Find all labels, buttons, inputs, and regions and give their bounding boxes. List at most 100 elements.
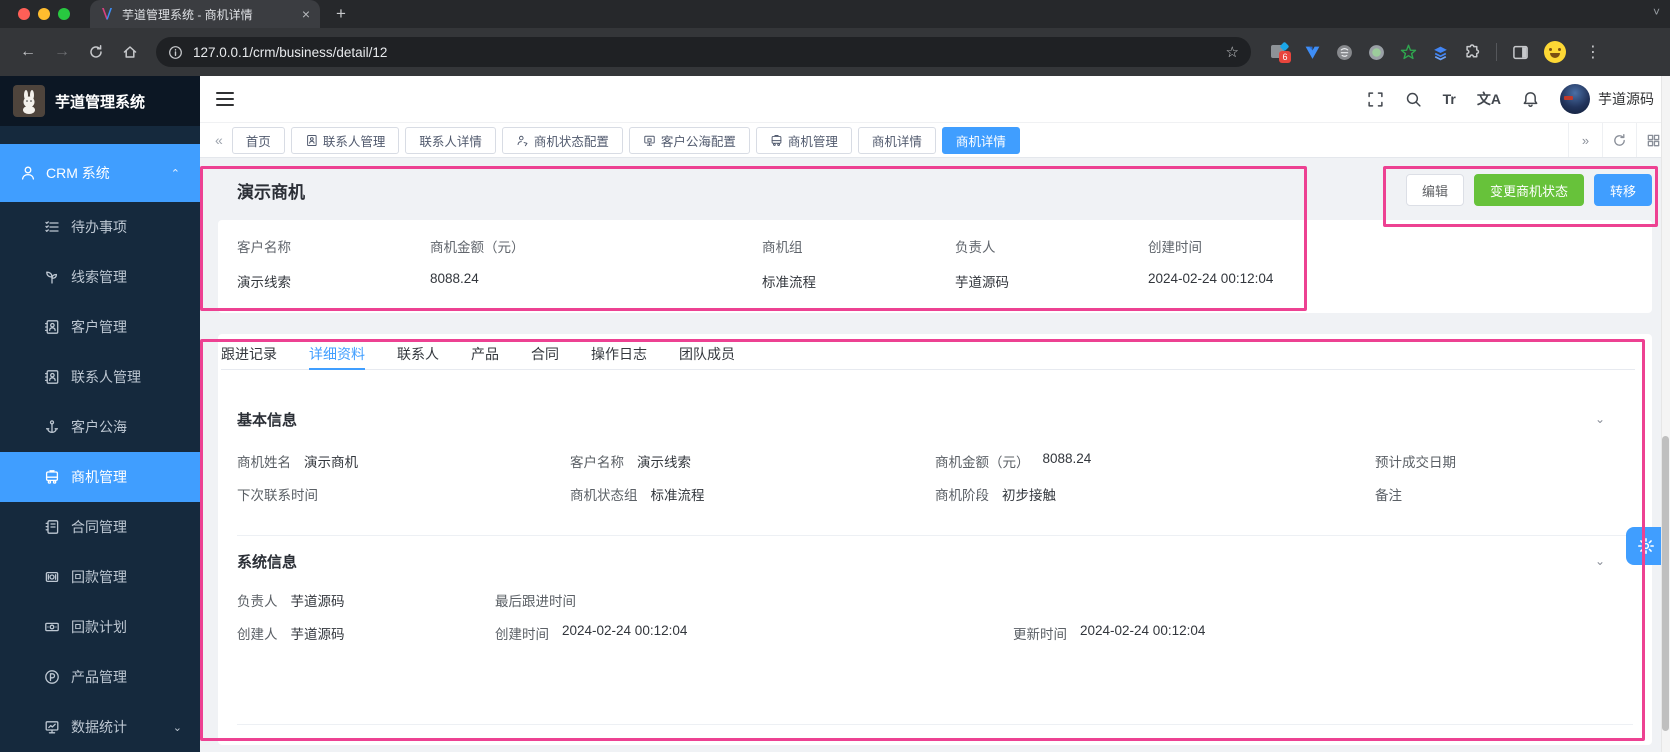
tab-products[interactable]: 产品 — [471, 338, 499, 369]
detail-card: 跟进记录 详细资料 联系人 产品 合同 操作日志 团队成员 基本信息 ⌄ 商机姓… — [218, 334, 1652, 745]
summary-card: 客户名称 演示线索 商机金额（元） 8088.24 商机组 标准流程 负责人 芋… — [218, 220, 1652, 313]
traffic-light-zoom-button[interactable] — [58, 8, 70, 20]
system-info-header[interactable]: 系统信息 ⌄ — [237, 546, 1633, 576]
extensions-puzzle-icon[interactable] — [1464, 43, 1481, 61]
tabs-scroll-left-icon[interactable]: « — [206, 132, 232, 148]
url-text[interactable]: 127.0.0.1/crm/business/detail/12 — [193, 45, 1216, 60]
sidebar-item-todo[interactable]: 待办事项 — [0, 202, 200, 252]
sidebar-item-business[interactable]: 商机管理 — [0, 452, 200, 502]
tab-team-members[interactable]: 团队成员 — [679, 338, 735, 369]
sidebar-item-receivables[interactable]: 回款管理 — [0, 552, 200, 602]
fullscreen-icon[interactable] — [1367, 91, 1384, 108]
page-tab-business-mgmt[interactable]: 商机管理 — [755, 126, 852, 154]
extension-badge-icon[interactable]: 6 — [1271, 41, 1291, 63]
edit-button[interactable]: 编辑 — [1405, 174, 1464, 206]
refresh-icon — [1614, 133, 1625, 146]
sidebar-item-label: 联系人管理 — [71, 369, 141, 385]
sidebar-item-contacts[interactable]: 联系人管理 — [0, 352, 200, 402]
layers-extension-icon[interactable] — [1432, 44, 1449, 61]
menu-toggle-icon[interactable] — [216, 92, 234, 106]
recorder-extension-icon[interactable] — [1368, 44, 1385, 61]
scrollbar-thumb[interactable] — [1662, 436, 1669, 731]
page-tab-status-config[interactable]: 商机状态配置 — [501, 126, 623, 154]
sidebar-item-receivable-plan[interactable]: 回款计划 — [0, 602, 200, 652]
page-tab-pool-config[interactable]: 客户公海配置 — [628, 126, 750, 154]
gear-icon — [1637, 538, 1654, 554]
logo-image — [13, 85, 45, 117]
pool-config-icon — [644, 135, 655, 146]
reload-button[interactable] — [82, 38, 110, 66]
language-icon[interactable]: 文A — [1477, 89, 1501, 109]
page-tab-contact-detail[interactable]: 联系人详情 — [405, 126, 496, 154]
traffic-light-minimize-button[interactable] — [38, 8, 50, 20]
search-icon[interactable] — [1405, 91, 1422, 108]
tabs-refresh-button[interactable] — [1602, 123, 1636, 157]
username: 芋道源码 — [1598, 91, 1654, 107]
page-tab-contact-mgmt[interactable]: 联系人管理 — [290, 126, 400, 154]
chart-board-icon — [45, 721, 59, 734]
transfer-button[interactable]: 转移 — [1593, 174, 1652, 206]
forward-button: → — [54, 43, 70, 60]
tab-close-icon[interactable]: × — [302, 7, 310, 21]
app-logo[interactable]: 芋道管理系统 — [0, 76, 200, 126]
chrome-menu-icon[interactable]: ⋮ — [1581, 42, 1605, 62]
back-button[interactable]: ← — [14, 38, 42, 66]
side-panel-icon[interactable] — [1512, 44, 1529, 61]
chevron-up-icon: ⌃ — [170, 167, 180, 180]
page-tab-home[interactable]: 首页 — [231, 126, 285, 154]
tab-operation-log[interactable]: 操作日志 — [591, 338, 647, 369]
basic-info-row-2: 下次联系时间 商机状态组 标准流程 商机阶段 初步接触 备注 — [237, 488, 1402, 503]
tab-contracts[interactable]: 合同 — [531, 338, 559, 369]
page-tab-business-detail[interactable]: 商机详情 — [857, 126, 936, 154]
banknote-icon — [45, 622, 59, 632]
user-avatar — [1560, 84, 1590, 114]
section-divider — [237, 535, 1633, 536]
change-status-button[interactable]: 变更商机状态 — [1473, 174, 1584, 206]
new-tab-button[interactable]: + — [330, 4, 352, 26]
page-scrollbar[interactable] — [1661, 76, 1670, 752]
chevron-down-icon[interactable]: ⌄ — [1595, 412, 1605, 426]
system-info-title: 系统信息 — [237, 553, 298, 571]
summary-field: 创建时间 2024-02-24 00:12:04 — [1148, 240, 1274, 286]
sidebar-item-public-pool[interactable]: 客户公海 — [0, 402, 200, 452]
contact-book-icon — [306, 134, 317, 146]
sidebar-item-label: 客户公海 — [71, 419, 127, 435]
sidebar-item-contracts[interactable]: 合同管理 — [0, 502, 200, 552]
browser-tab[interactable]: 芋道管理系统 - 商机详情 × — [90, 0, 320, 28]
theme-settings-button[interactable] — [1626, 527, 1665, 565]
tab-follow-records[interactable]: 跟进记录 — [221, 338, 277, 369]
vue-devtools-icon[interactable] — [1304, 44, 1321, 61]
summary-field: 商机组 标准流程 — [762, 240, 816, 290]
green-star-extension-icon[interactable] — [1400, 44, 1417, 61]
chevron-down-icon[interactable]: ⌄ — [1595, 554, 1605, 568]
tab-detail-info[interactable]: 详细资料 — [309, 338, 365, 370]
tab-search-icon[interactable]: ˅ — [1653, 5, 1660, 19]
page-tab-business-detail-active[interactable]: 商机详情 — [941, 126, 1020, 154]
user-menu[interactable]: 芋道源码 — [1560, 84, 1654, 114]
sidebar-item-leads[interactable]: 线索管理 — [0, 252, 200, 302]
sidebar-item-products[interactable]: 产品管理 — [0, 652, 200, 702]
chrome-profile-avatar[interactable] — [1544, 41, 1566, 63]
tab-contacts[interactable]: 联系人 — [397, 338, 439, 369]
extension-badge-count: 6 — [1279, 51, 1291, 63]
sidebar-item-label: 数据统计 — [71, 719, 127, 735]
summary-field: 客户名称 演示线索 — [237, 240, 291, 290]
traffic-light-close-button[interactable] — [18, 8, 30, 20]
basic-info-row-1: 商机姓名 演示商机 客户名称 演示线索 商机金额（元） 8088.24 预计成交日期 — [237, 451, 1456, 470]
sidebar-item-statistics[interactable]: 数据统计 ⌄ — [0, 702, 200, 752]
site-info-icon[interactable] — [168, 45, 183, 60]
font-size-icon[interactable]: Tr — [1443, 91, 1456, 107]
tabs-scroll-right-icon[interactable]: » — [1568, 123, 1602, 157]
bookmark-star-icon[interactable]: ☆ — [1226, 43, 1239, 61]
sidebar-item-crm[interactable]: CRM 系统 ⌃ — [0, 144, 200, 202]
gray-circle-extension-icon[interactable] — [1336, 44, 1353, 61]
basic-info-header[interactable]: 基本信息 ⌄ — [237, 404, 1633, 434]
sidebar-item-label: 回款计划 — [71, 619, 127, 635]
notification-bell-icon[interactable] — [1522, 91, 1539, 108]
sidebar-item-customers[interactable]: 客户管理 — [0, 302, 200, 352]
todo-list-icon — [45, 221, 59, 232]
system-info-row-2: 创建人 芋道源码 创建时间 2024-02-24 00:12:04 更新时间 2024… — [237, 623, 1206, 642]
home-button[interactable] — [116, 38, 144, 66]
system-info-row-1: 负责人 芋道源码 最后跟进时间 — [237, 594, 576, 609]
address-bar[interactable]: 127.0.0.1/crm/business/detail/12 ☆ — [156, 37, 1251, 67]
